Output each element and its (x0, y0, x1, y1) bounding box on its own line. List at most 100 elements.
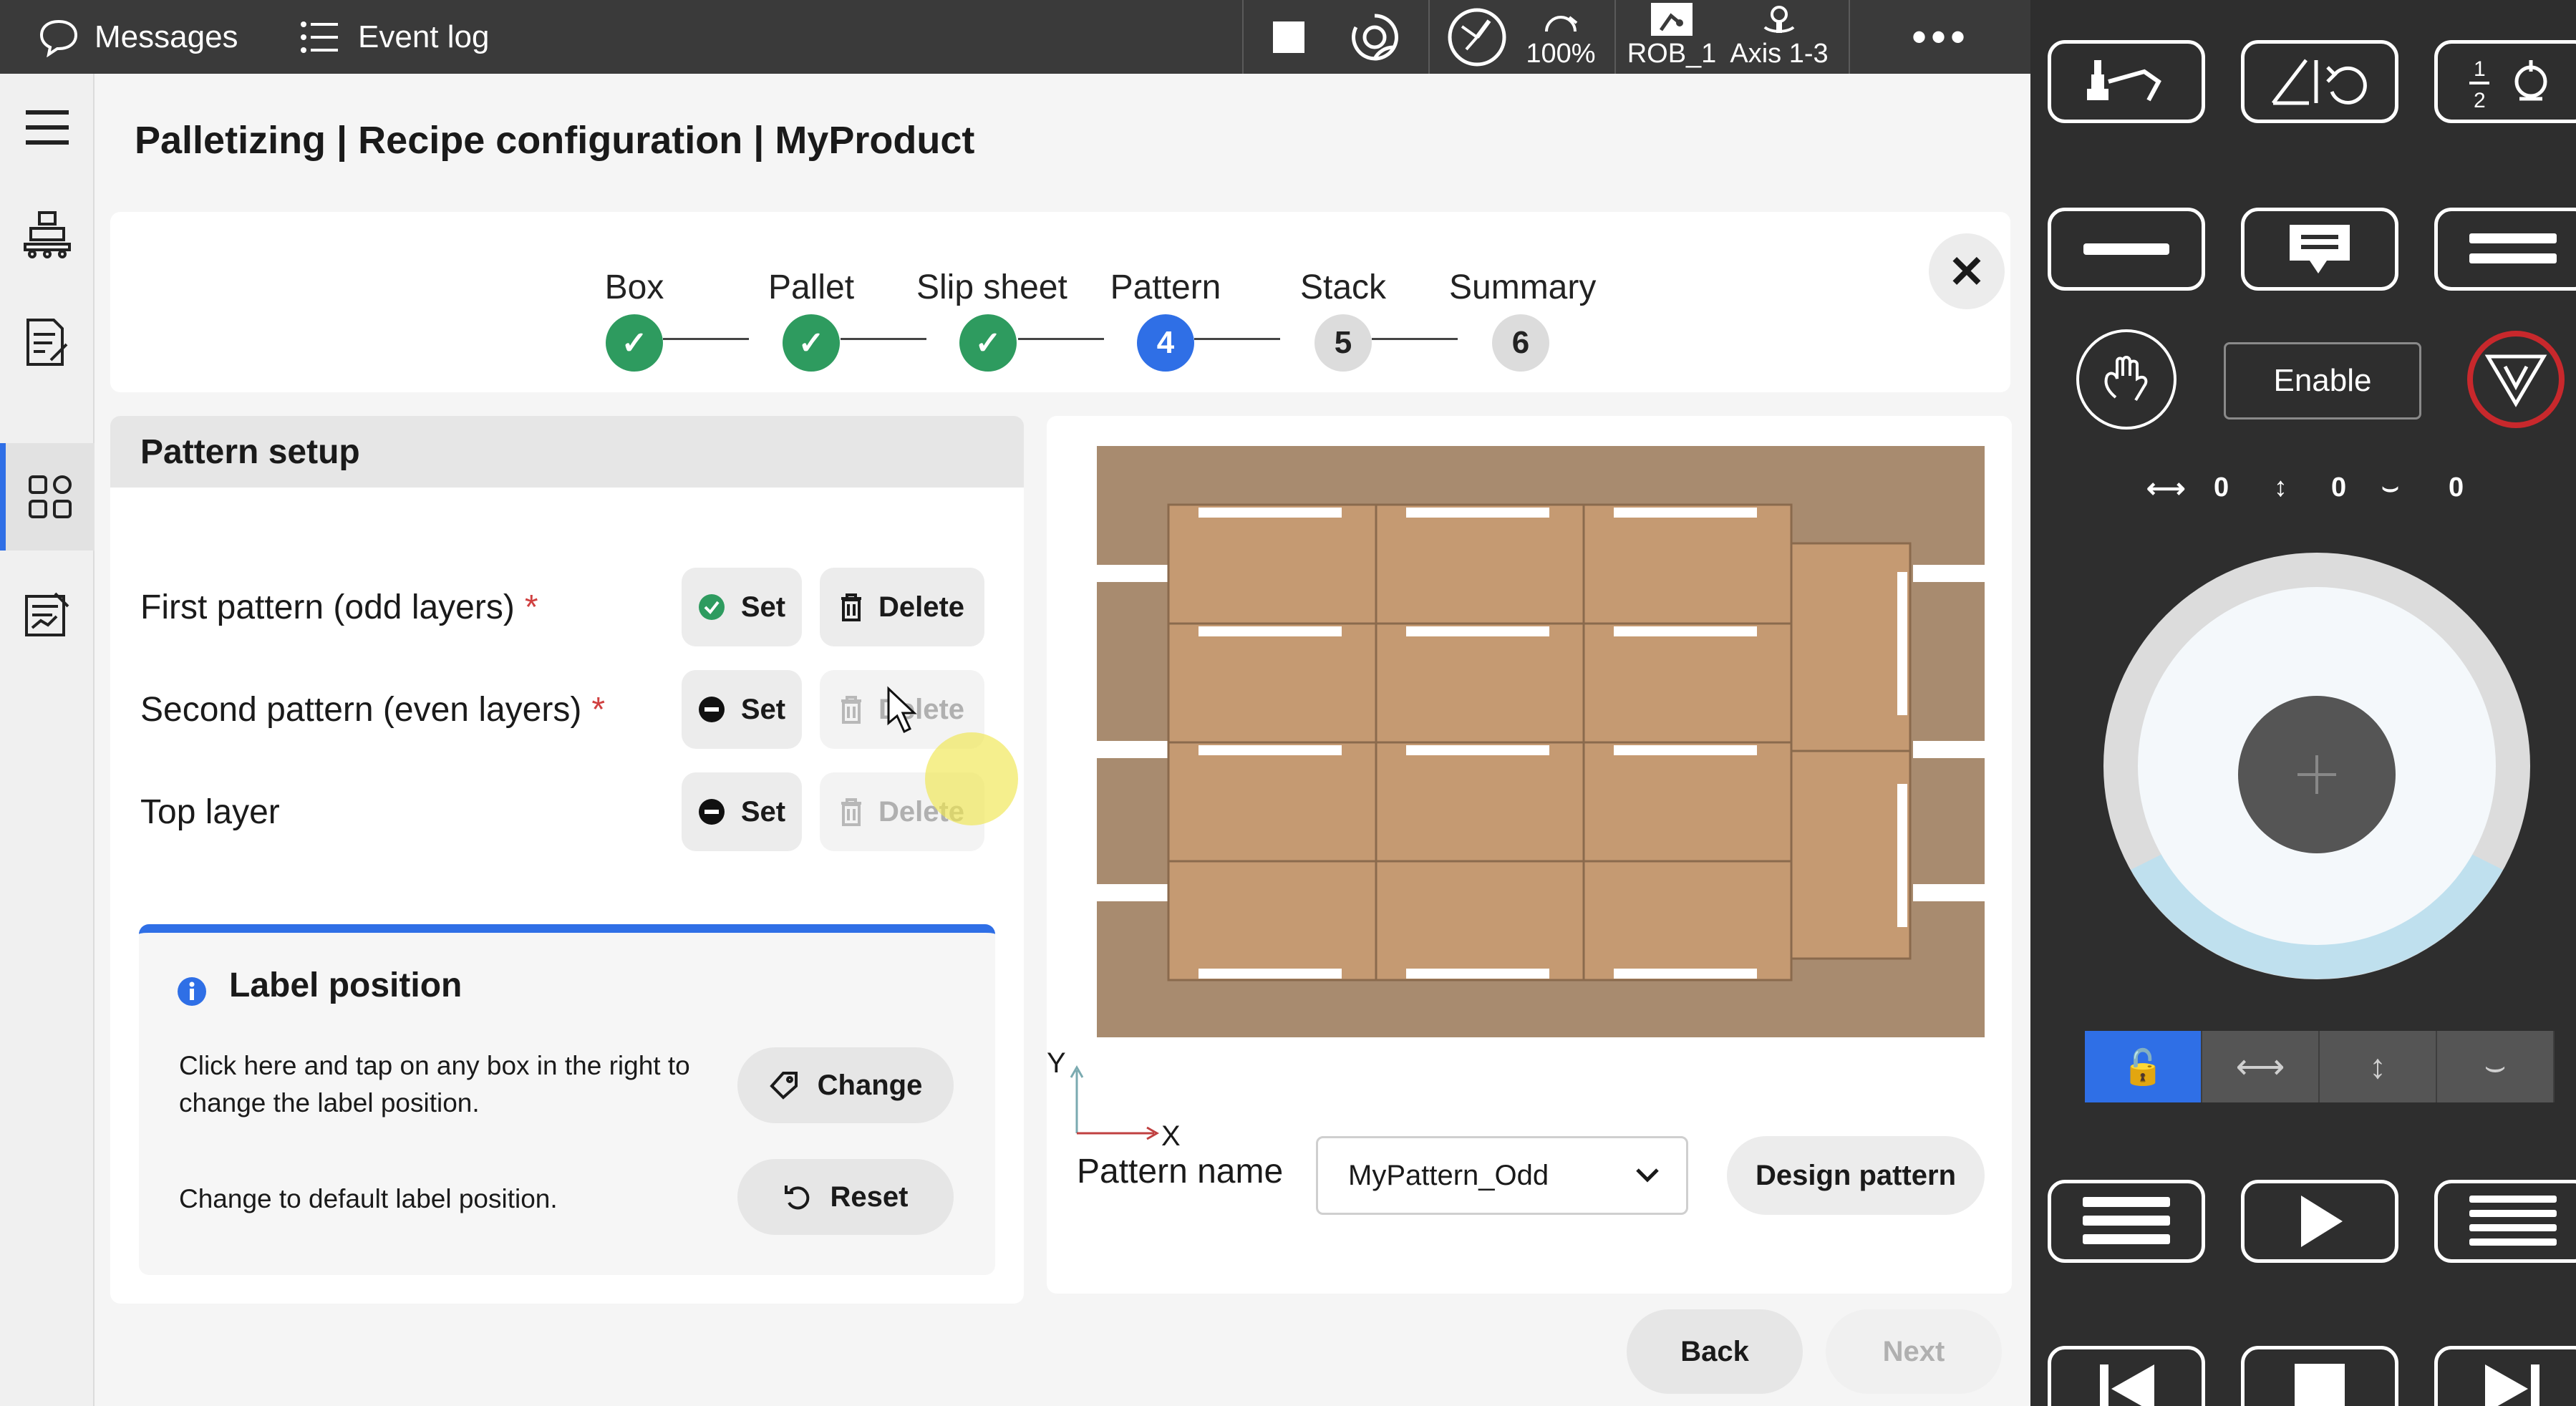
motion-mode-status[interactable]: Axis 1-3 (1725, 0, 1833, 74)
pallet-preview[interactable] (1097, 446, 1985, 1069)
minus-circle-icon (698, 697, 725, 722)
nav-apps[interactable] (0, 443, 95, 551)
speed-value: 100% (1526, 39, 1596, 69)
y-axis-label: Y (1047, 1047, 1066, 1079)
next-button[interactable]: Next (1826, 1309, 2002, 1394)
box[interactable] (1582, 503, 1793, 625)
axis-jog-icon (1763, 6, 1795, 33)
check-circle-icon (698, 594, 725, 620)
box[interactable] (1790, 750, 1912, 960)
cycle-icon (1352, 13, 1398, 60)
emergency-stop-button[interactable] (2467, 331, 2565, 428)
more-button[interactable]: ••• (1912, 0, 1970, 74)
nav-program-editor[interactable] (0, 289, 95, 396)
box[interactable] (1167, 860, 1377, 981)
motion-mode-button[interactable] (2241, 40, 2398, 123)
speed-icon-button[interactable] (1445, 0, 1509, 74)
box[interactable] (1582, 741, 1793, 863)
robot-icon (1651, 3, 1693, 36)
hold-to-run-button[interactable] (2076, 329, 2176, 430)
mech-unit-value: ROB_1 (1627, 39, 1717, 69)
speed-arrows-icon (1545, 16, 1578, 32)
close-button[interactable]: ✕ (1929, 233, 2005, 309)
box[interactable] (1582, 622, 1793, 744)
pattern-name-label: Pattern name (1077, 1153, 1284, 1191)
step-slip-sheet[interactable]: Slip sheet ✓ (916, 212, 1067, 372)
box-grid (1167, 503, 1912, 981)
step-box[interactable]: Box ✓ (563, 212, 706, 372)
top-layer-set-button[interactable]: Set (682, 772, 802, 851)
jog-rotate-icon: ⌣ (2381, 472, 2400, 503)
box[interactable] (1167, 741, 1377, 863)
close-icon: ✕ (1948, 247, 1985, 297)
step-pallet[interactable]: Pallet ✓ (740, 212, 883, 372)
menu-button[interactable] (0, 74, 95, 181)
step-connector (663, 338, 749, 340)
event-log-tab[interactable]: Event log (298, 0, 489, 74)
step-pattern[interactable]: Pattern 4 (1094, 212, 1237, 372)
jog-mode-bar: 🔓 ⟷ ↕ ⌣ (2085, 1031, 2555, 1102)
lock-toggle[interactable]: 🔓 (2085, 1031, 2202, 1102)
chevron-down-icon (1636, 1168, 1659, 1183)
speed-status[interactable]: 100% (1521, 0, 1600, 74)
function-key-2[interactable] (2241, 208, 2398, 291)
more-list-button[interactable] (2434, 1180, 2576, 1263)
design-pattern-button[interactable]: Design pattern (1727, 1136, 1985, 1215)
step-backward-button[interactable] (2048, 1346, 2205, 1406)
horizontal-lock-toggle[interactable]: ⟷ (2202, 1031, 2320, 1102)
rotate-icon: ⌣ (2484, 1047, 2507, 1085)
enable-button[interactable]: Enable (2224, 342, 2421, 420)
run-mode-button[interactable] (1346, 0, 1403, 74)
box[interactable] (1375, 622, 1585, 744)
top-bar: Messages Event log 100% ROB_1 Axis 1-3 •… (0, 0, 2030, 74)
box[interactable] (1375, 503, 1585, 625)
divider (1614, 0, 1616, 74)
function-key-1[interactable] (2048, 208, 2205, 291)
row-label: Top layer (140, 792, 290, 832)
stop-program-button[interactable] (2241, 1346, 2398, 1406)
unlock-icon: 🔓 (2121, 1048, 2164, 1087)
delete-label: Delete (878, 591, 965, 623)
nav-reports[interactable] (0, 561, 95, 668)
step-number: 6 (1492, 314, 1549, 372)
box[interactable] (1790, 542, 1912, 752)
stop-button[interactable] (1273, 0, 1304, 74)
mech-unit-status[interactable]: ROB_1 (1625, 0, 1718, 74)
joystick[interactable] (2102, 551, 2532, 981)
first-pattern-delete-button[interactable]: Delete (820, 568, 984, 646)
function-key-3[interactable] (2434, 208, 2576, 291)
box[interactable] (1167, 503, 1377, 625)
skip-forward-icon (2485, 1364, 2539, 1406)
nav-production[interactable] (0, 181, 95, 289)
box[interactable] (1582, 860, 1793, 981)
skip-back-icon (2100, 1364, 2154, 1406)
set-label: Set (740, 693, 786, 725)
jog-x-arrow-icon: ⟷ (2146, 474, 2186, 504)
play-button[interactable] (2241, 1180, 2398, 1263)
undo-icon (784, 1186, 809, 1210)
trash-icon (841, 696, 861, 724)
vertical-lock-toggle[interactable]: ↕ (2320, 1031, 2437, 1102)
document-edit-icon (26, 319, 68, 366)
rotation-lock-toggle[interactable]: ⌣ (2437, 1031, 2555, 1102)
mech-unit-select-button[interactable] (2048, 40, 2205, 123)
back-button[interactable]: Back (1627, 1309, 1803, 1394)
list-button[interactable] (2048, 1180, 2205, 1263)
jog-y-value: 0 (2331, 472, 2347, 503)
first-pattern-set-button[interactable]: Set (682, 568, 802, 646)
second-pattern-set-button[interactable]: Set (682, 670, 802, 749)
change-label-button[interactable]: Change (737, 1047, 954, 1123)
motion-mode-value: Axis 1-3 (1730, 39, 1829, 69)
step-stack[interactable]: Stack 5 (1272, 212, 1415, 372)
step-summary[interactable]: Summary 6 (1449, 212, 1596, 372)
box[interactable] (1375, 741, 1585, 863)
box[interactable] (1167, 622, 1377, 744)
increment-icon: 12 (2469, 57, 2547, 110)
step-forward-button[interactable] (2434, 1346, 2576, 1406)
messages-tab[interactable]: Messages (37, 0, 238, 74)
horizontal-arrow-icon: ⟷ (2235, 1048, 2285, 1086)
increment-button[interactable]: 12 (2434, 40, 2576, 123)
pattern-name-select[interactable]: MyPattern_Odd (1316, 1136, 1688, 1215)
reset-label-button[interactable]: Reset (737, 1159, 954, 1235)
box[interactable] (1375, 860, 1585, 981)
